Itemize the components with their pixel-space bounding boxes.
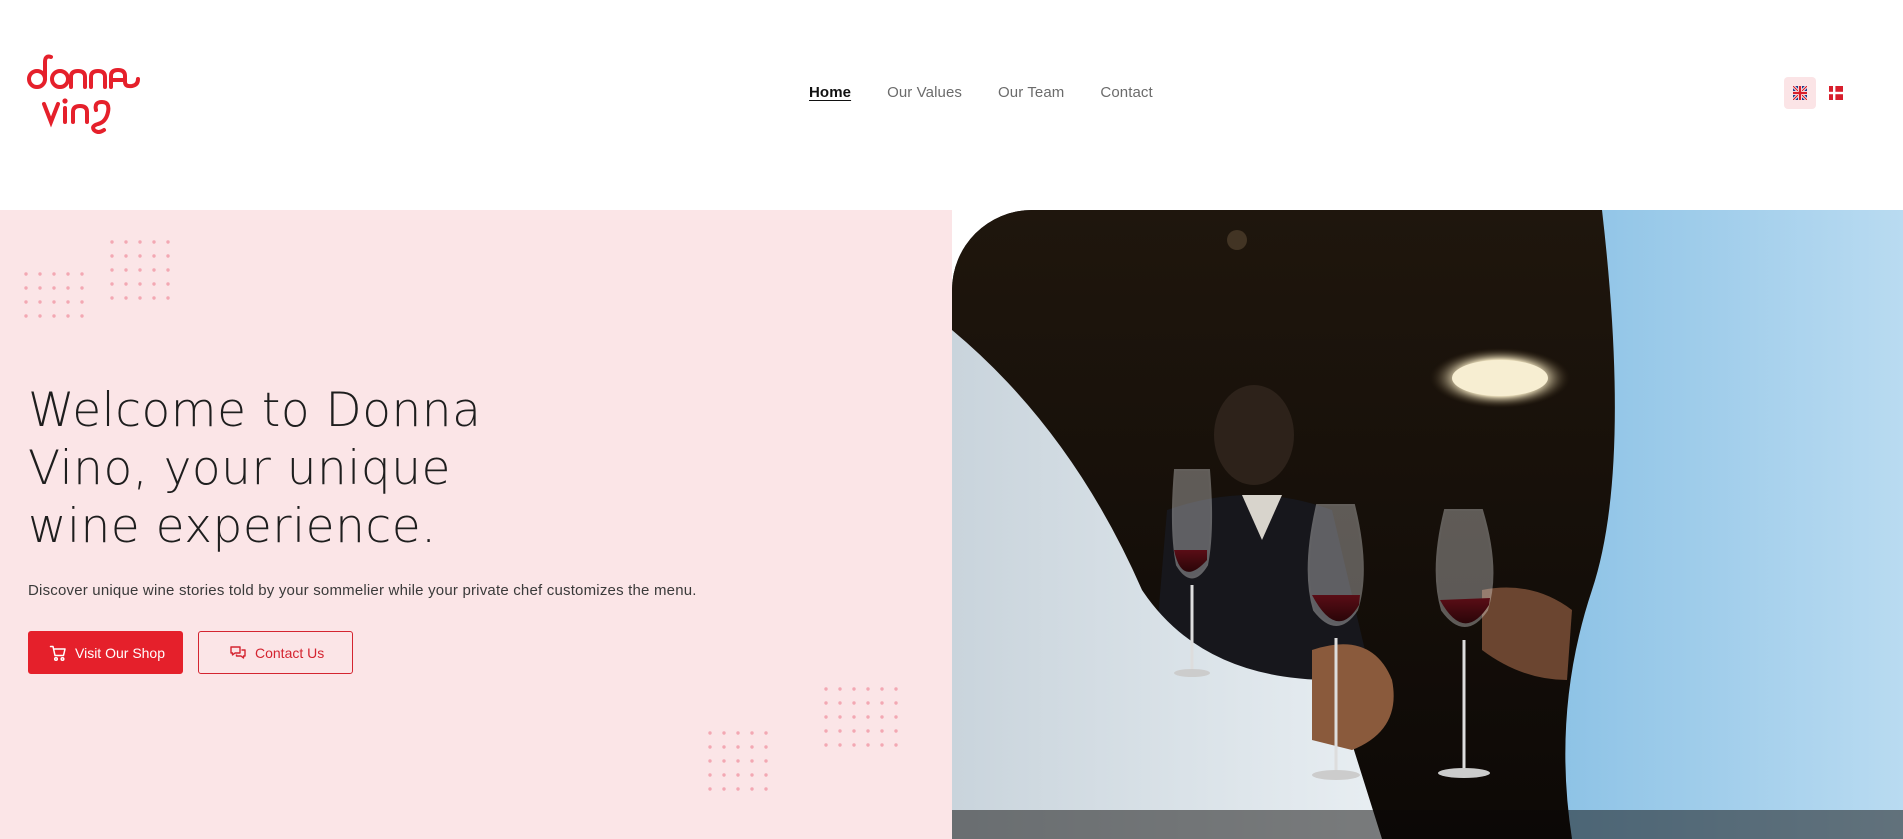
contact-us-button[interactable]: Contact Us <box>198 631 353 674</box>
donna-vino-logo[interactable] <box>26 52 140 134</box>
decorative-dots-bottom-right <box>708 687 898 791</box>
site-header: Home Our Values Our Team Contact <box>0 0 1903 210</box>
wine-toast-illustration <box>952 210 1903 839</box>
hero-title: Welcome to Donna Vino, your unique wine … <box>28 383 482 554</box>
hero-subtitle: Discover unique wine stories told by you… <box>28 582 697 599</box>
language-switcher <box>1784 77 1852 109</box>
nav-link-our-values[interactable]: Our Values <box>887 84 962 101</box>
hero-actions: Visit Our Shop Contact Us <box>28 631 353 674</box>
nav-link-our-team[interactable]: Our Team <box>998 84 1064 101</box>
language-danish-button[interactable] <box>1820 77 1852 109</box>
nav-link-home[interactable]: Home <box>809 84 851 101</box>
main-nav: Home Our Values Our Team Contact <box>809 84 1153 101</box>
language-english-button[interactable] <box>1784 77 1816 109</box>
wine-toast-photo <box>952 210 1903 839</box>
chat-icon <box>230 645 246 659</box>
danish-flag-icon <box>1829 86 1843 100</box>
nav-link-contact[interactable]: Contact <box>1100 84 1152 101</box>
uk-flag-icon <box>1793 86 1807 100</box>
hero-content-panel: Welcome to Donna Vino, your unique wine … <box>0 210 952 839</box>
decorative-dots-top-left <box>24 240 170 318</box>
cart-icon <box>49 645 66 661</box>
visit-shop-label: Visit Our Shop <box>75 644 166 661</box>
visit-shop-button[interactable]: Visit Our Shop <box>28 631 183 674</box>
hero-section: Welcome to Donna Vino, your unique wine … <box>0 210 1903 839</box>
contact-us-label: Contact Us <box>255 644 325 661</box>
